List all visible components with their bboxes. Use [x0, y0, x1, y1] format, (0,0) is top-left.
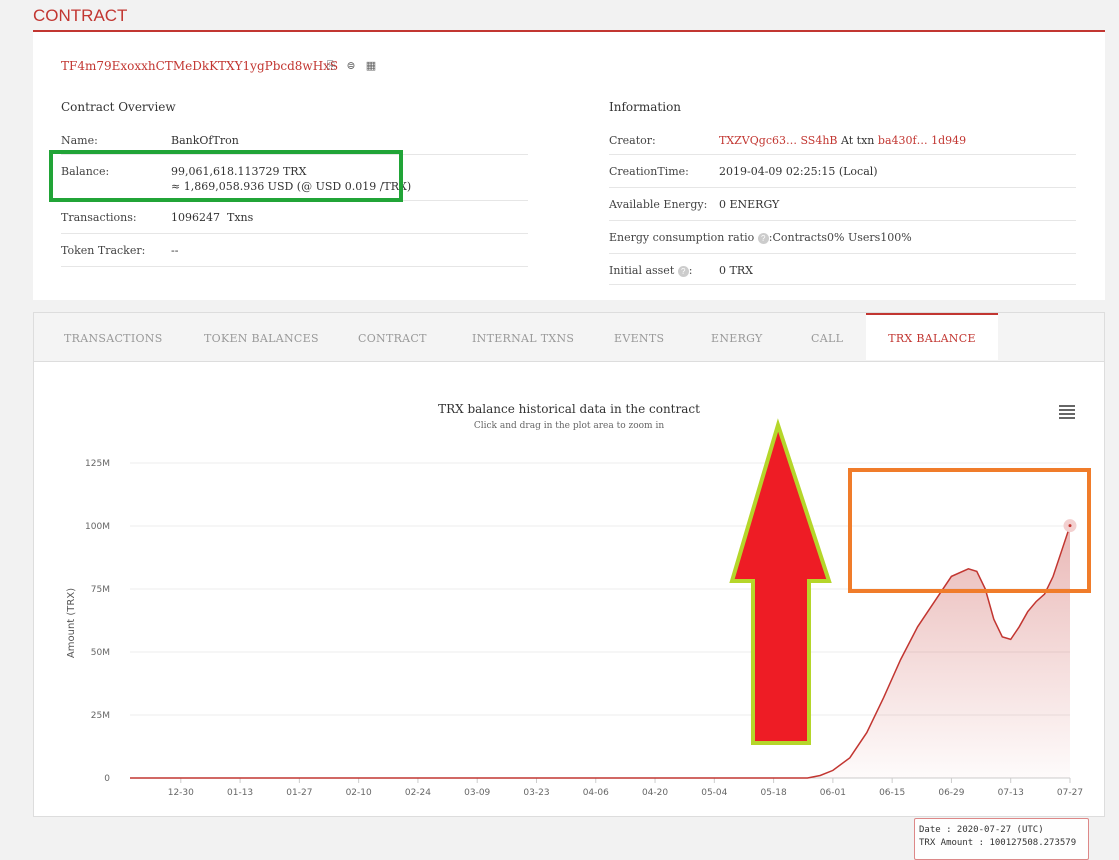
x-tick-label: 06-29 [938, 788, 964, 798]
creation-time-row: CreationTime: 2019-04-09 02:25:15 (Local… [609, 155, 1076, 188]
transactions-count[interactable]: 1096247 [171, 211, 220, 224]
initial-asset-row: Initial asset ?: 0 TRX [609, 254, 1076, 285]
x-tick-label: 06-01 [820, 788, 846, 798]
help-icon[interactable]: ? [757, 232, 769, 244]
creator-label: Creator: [609, 134, 656, 147]
x-tick-label: 07-27 [1057, 788, 1083, 798]
y-tick-label: 25M [91, 711, 110, 721]
initial-asset-label: Initial asset [609, 264, 675, 277]
initial-asset-value: 0 TRX [719, 264, 753, 277]
tooltip-amount: TRX Amount : 100127508.273579 [919, 838, 1077, 848]
energy-ratio-label: Energy consumption ratio [609, 231, 755, 244]
help-icon[interactable]: ? [677, 265, 689, 277]
x-tick-label: 03-23 [523, 788, 549, 798]
creation-time-value: 2019-04-09 02:25:15 (Local) [719, 165, 878, 178]
x-tick-label: 04-20 [642, 788, 668, 798]
x-tick-label: 02-10 [346, 788, 372, 798]
x-tick-label: 05-04 [701, 788, 727, 798]
transactions-label: Transactions: [61, 211, 137, 224]
token-tracker-row: Token Tracker: -- [61, 234, 528, 267]
chart-tooltip: Date : 2020-07-27 (UTC) TRX Amount : 100… [914, 818, 1089, 860]
creator-txn[interactable]: ba430f… 1d949 [878, 134, 966, 147]
token-tracker-value: -- [171, 244, 179, 257]
name-value: BankOfTron [171, 134, 239, 147]
energy-row: Available Energy: 0 ENERGY [609, 188, 1076, 221]
creator-row: Creator: TXZVQgc63… SS4hB At txn ba430f…… [609, 124, 1076, 155]
x-tick-label: 05-18 [761, 788, 787, 798]
transactions-row: Transactions: 1096247 Txns [61, 201, 528, 234]
tooltip-date: Date : 2020-07-27 (UTC) [919, 825, 1044, 835]
y-tick-label: 125M [85, 459, 110, 469]
balance-highlight-box [49, 150, 403, 202]
x-tick-label: 06-15 [879, 788, 905, 798]
energy-ratio-value: :Contracts0% Users100% [768, 231, 912, 244]
y-axis-label: Amount (TRX) [66, 588, 77, 658]
information-title: Information [609, 100, 682, 114]
energy-ratio-row: Energy consumption ratio ?:Contracts0% U… [609, 221, 1076, 254]
energy-value: 0 ENERGY [719, 198, 780, 211]
y-tick-label: 100M [85, 522, 110, 532]
copy-icon[interactable]: ⎘ [325, 60, 337, 72]
creator-at-label: At txn [841, 134, 875, 147]
energy-label: Available Energy: [609, 198, 708, 211]
token-tracker-label: Token Tracker: [61, 244, 146, 257]
y-tick-label: 75M [91, 585, 110, 595]
up-arrow-annotation [729, 418, 832, 745]
overview-title: Contract Overview [61, 100, 176, 114]
x-tick-label: 02-24 [405, 788, 431, 798]
page-title: CONTRACT [33, 6, 128, 25]
creator-address[interactable]: TXZVQgc63… SS4hB [719, 134, 838, 147]
x-tick-label: 01-13 [227, 788, 253, 798]
x-tick-label: 03-09 [464, 788, 490, 798]
name-label: Name: [61, 134, 98, 147]
qr-code-icon[interactable]: ▦ [365, 60, 377, 72]
x-tick-label: 12-30 [168, 788, 194, 798]
y-tick-label: 0 [104, 774, 110, 784]
creation-time-label: CreationTime: [609, 165, 689, 178]
contract-address[interactable]: TF4m79ExoxxhCTMeDkKTXY1ygPbcd8wHxS [61, 59, 338, 73]
transactions-unit: Txns [227, 211, 254, 224]
x-tick-label: 04-06 [583, 788, 609, 798]
tooltip-highlight-box [848, 468, 1091, 593]
y-tick-label: 50M [91, 648, 110, 658]
x-tick-label: 07-13 [998, 788, 1024, 798]
verified-icon[interactable]: ⊜ [345, 60, 357, 72]
x-tick-label: 01-27 [286, 788, 312, 798]
